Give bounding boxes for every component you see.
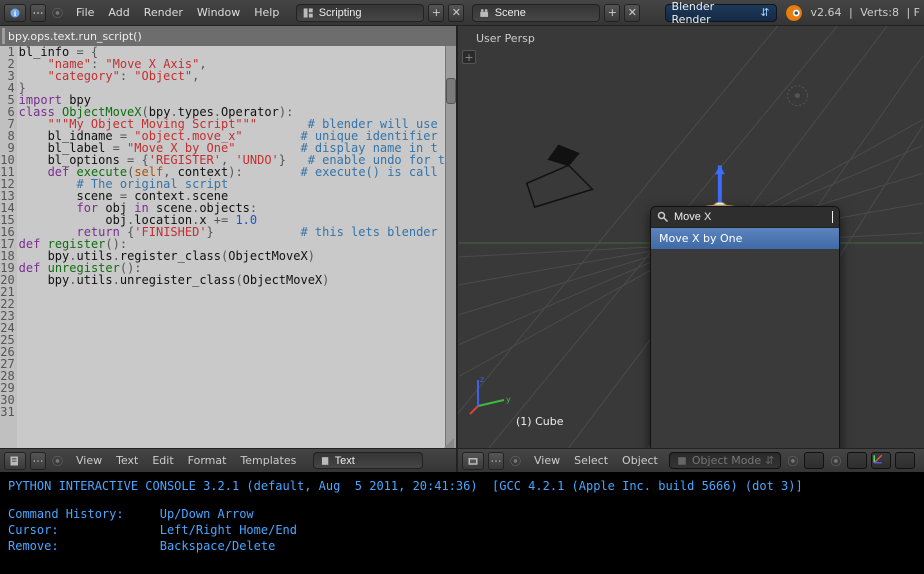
mode-label: Object Mode: [692, 454, 761, 467]
3d-viewport[interactable]: y z (1) Cube Move X by One: [458, 26, 924, 448]
layout-input[interactable]: [319, 7, 418, 19]
scene-icon: [479, 7, 489, 19]
chevron-updown-icon: ⇵: [765, 454, 774, 467]
menu-window[interactable]: Window: [190, 6, 247, 19]
text-editor-header: ⦿ ViewTextEditFormatTemplates: [0, 448, 456, 472]
chevron-updown-icon: ⇵: [760, 6, 769, 19]
top-menu-bar: i ⦿ FileAddRenderWindowHelp + ✕ + ✕ Blen…: [0, 0, 924, 26]
operator-search-popup: Move X by One: [650, 206, 840, 448]
view-menu-object[interactable]: Object: [615, 454, 665, 467]
collapse-menu-icon[interactable]: [30, 452, 46, 470]
stats-label: Verts:8: [860, 6, 899, 19]
search-input-row: [651, 207, 839, 228]
view-menu-select[interactable]: Select: [567, 454, 615, 467]
text-editor-body[interactable]: 1234567891011121314151617181920212223242…: [0, 46, 456, 448]
textblock-input[interactable]: [335, 455, 417, 467]
svg-text:i: i: [14, 10, 16, 18]
code-area[interactable]: bl_info = { "name": "Move X Axis", "cate…: [17, 46, 445, 448]
active-object-label: (1) Cube: [516, 415, 563, 428]
python-console[interactable]: PYTHON INTERACTIVE CONSOLE 3.2.1 (defaul…: [0, 472, 924, 574]
operator-search-input[interactable]: [674, 211, 827, 223]
collapse-menu-icon[interactable]: [30, 4, 46, 22]
vertical-scrollbar[interactable]: [445, 46, 456, 448]
code-line: [19, 298, 445, 310]
editor-type-icon[interactable]: [4, 452, 26, 470]
svg-text:y: y: [506, 395, 511, 404]
code-line: "category": "Object",: [19, 70, 445, 82]
textblock-selector[interactable]: [313, 452, 423, 469]
scene-remove-button[interactable]: ✕: [624, 4, 640, 22]
text-icon: [320, 455, 330, 467]
line-number-gutter: 1234567891011121314151617181920212223242…: [0, 46, 17, 448]
text-menu-edit[interactable]: Edit: [145, 454, 180, 467]
layout-selector[interactable]: [296, 4, 424, 22]
object-mode-icon: [676, 455, 688, 467]
text-menu-text[interactable]: Text: [109, 454, 145, 467]
search-result-item[interactable]: Move X by One: [651, 228, 839, 249]
code-line: bpy.utils.unregister_class(ObjectMoveX): [19, 274, 445, 286]
info-report-text: bpy.ops.text.run_script(): [8, 30, 142, 43]
editor-type-icon[interactable]: [462, 452, 484, 470]
mode-selector[interactable]: Object Mode ⇵: [669, 452, 782, 469]
separator: | F: [903, 6, 920, 19]
svg-text:z: z: [480, 375, 484, 384]
view-menu-view[interactable]: View: [527, 454, 567, 467]
layout-icon: [303, 7, 313, 19]
toolshelf-toggle[interactable]: +: [462, 50, 476, 64]
layout-add-button[interactable]: +: [428, 4, 444, 22]
shading-button[interactable]: [804, 452, 824, 469]
search-icon: [657, 211, 669, 223]
blender-logo-icon: [785, 4, 803, 22]
3d-view-header: ⦿ ViewSelectObject Object Mode ⇵ ⦿ ⦿: [458, 448, 924, 472]
scene-input[interactable]: [495, 7, 594, 19]
text-menu-templates[interactable]: Templates: [233, 454, 303, 467]
layout-remove-button[interactable]: ✕: [448, 4, 464, 22]
console-banner: PYTHON INTERACTIVE CONSOLE 3.2.1 (defaul…: [8, 478, 916, 494]
layers-button[interactable]: [895, 452, 915, 469]
3d-viewport-pane: User Persp +: [458, 26, 924, 472]
separator: ⦿: [50, 5, 65, 21]
text-editor-pane: bpy.ops.text.run_script() 12345678910111…: [0, 26, 458, 472]
renderer-selector[interactable]: Blender Render ⇵: [665, 4, 777, 22]
menu-help[interactable]: Help: [247, 6, 286, 19]
scene-selector[interactable]: [472, 4, 600, 22]
console-help-line: Cursor: Left/Right Home/End: [8, 522, 916, 538]
text-menu-view[interactable]: View: [69, 454, 109, 467]
version-label: v2.64: [811, 6, 842, 19]
menu-add[interactable]: Add: [101, 6, 136, 19]
console-help-line: Remove: Backspace/Delete: [8, 538, 916, 554]
menu-render[interactable]: Render: [137, 6, 190, 19]
info-header-icon[interactable]: i: [4, 4, 26, 22]
scrollbar-thumb[interactable]: [446, 78, 456, 104]
axis-gizmo-icon: y z: [468, 372, 512, 420]
pivot-button[interactable]: [847, 452, 867, 469]
manipulator-button[interactable]: [871, 452, 891, 469]
perspective-label: User Persp: [476, 32, 535, 45]
console-help-line: Command History: Up/Down Arrow: [8, 506, 916, 522]
code-line: [19, 286, 445, 298]
search-results-area: [651, 249, 839, 448]
axis-icon: [872, 453, 884, 465]
collapse-menu-icon[interactable]: [488, 452, 504, 470]
renderer-label: Blender Render: [672, 0, 756, 26]
split-corner-icon[interactable]: [444, 438, 454, 448]
scene-add-button[interactable]: +: [604, 4, 620, 22]
info-report: bpy.ops.text.run_script(): [0, 26, 456, 46]
menu-file[interactable]: File: [69, 6, 101, 19]
text-menu-format[interactable]: Format: [181, 454, 234, 467]
separator: |: [846, 6, 857, 19]
